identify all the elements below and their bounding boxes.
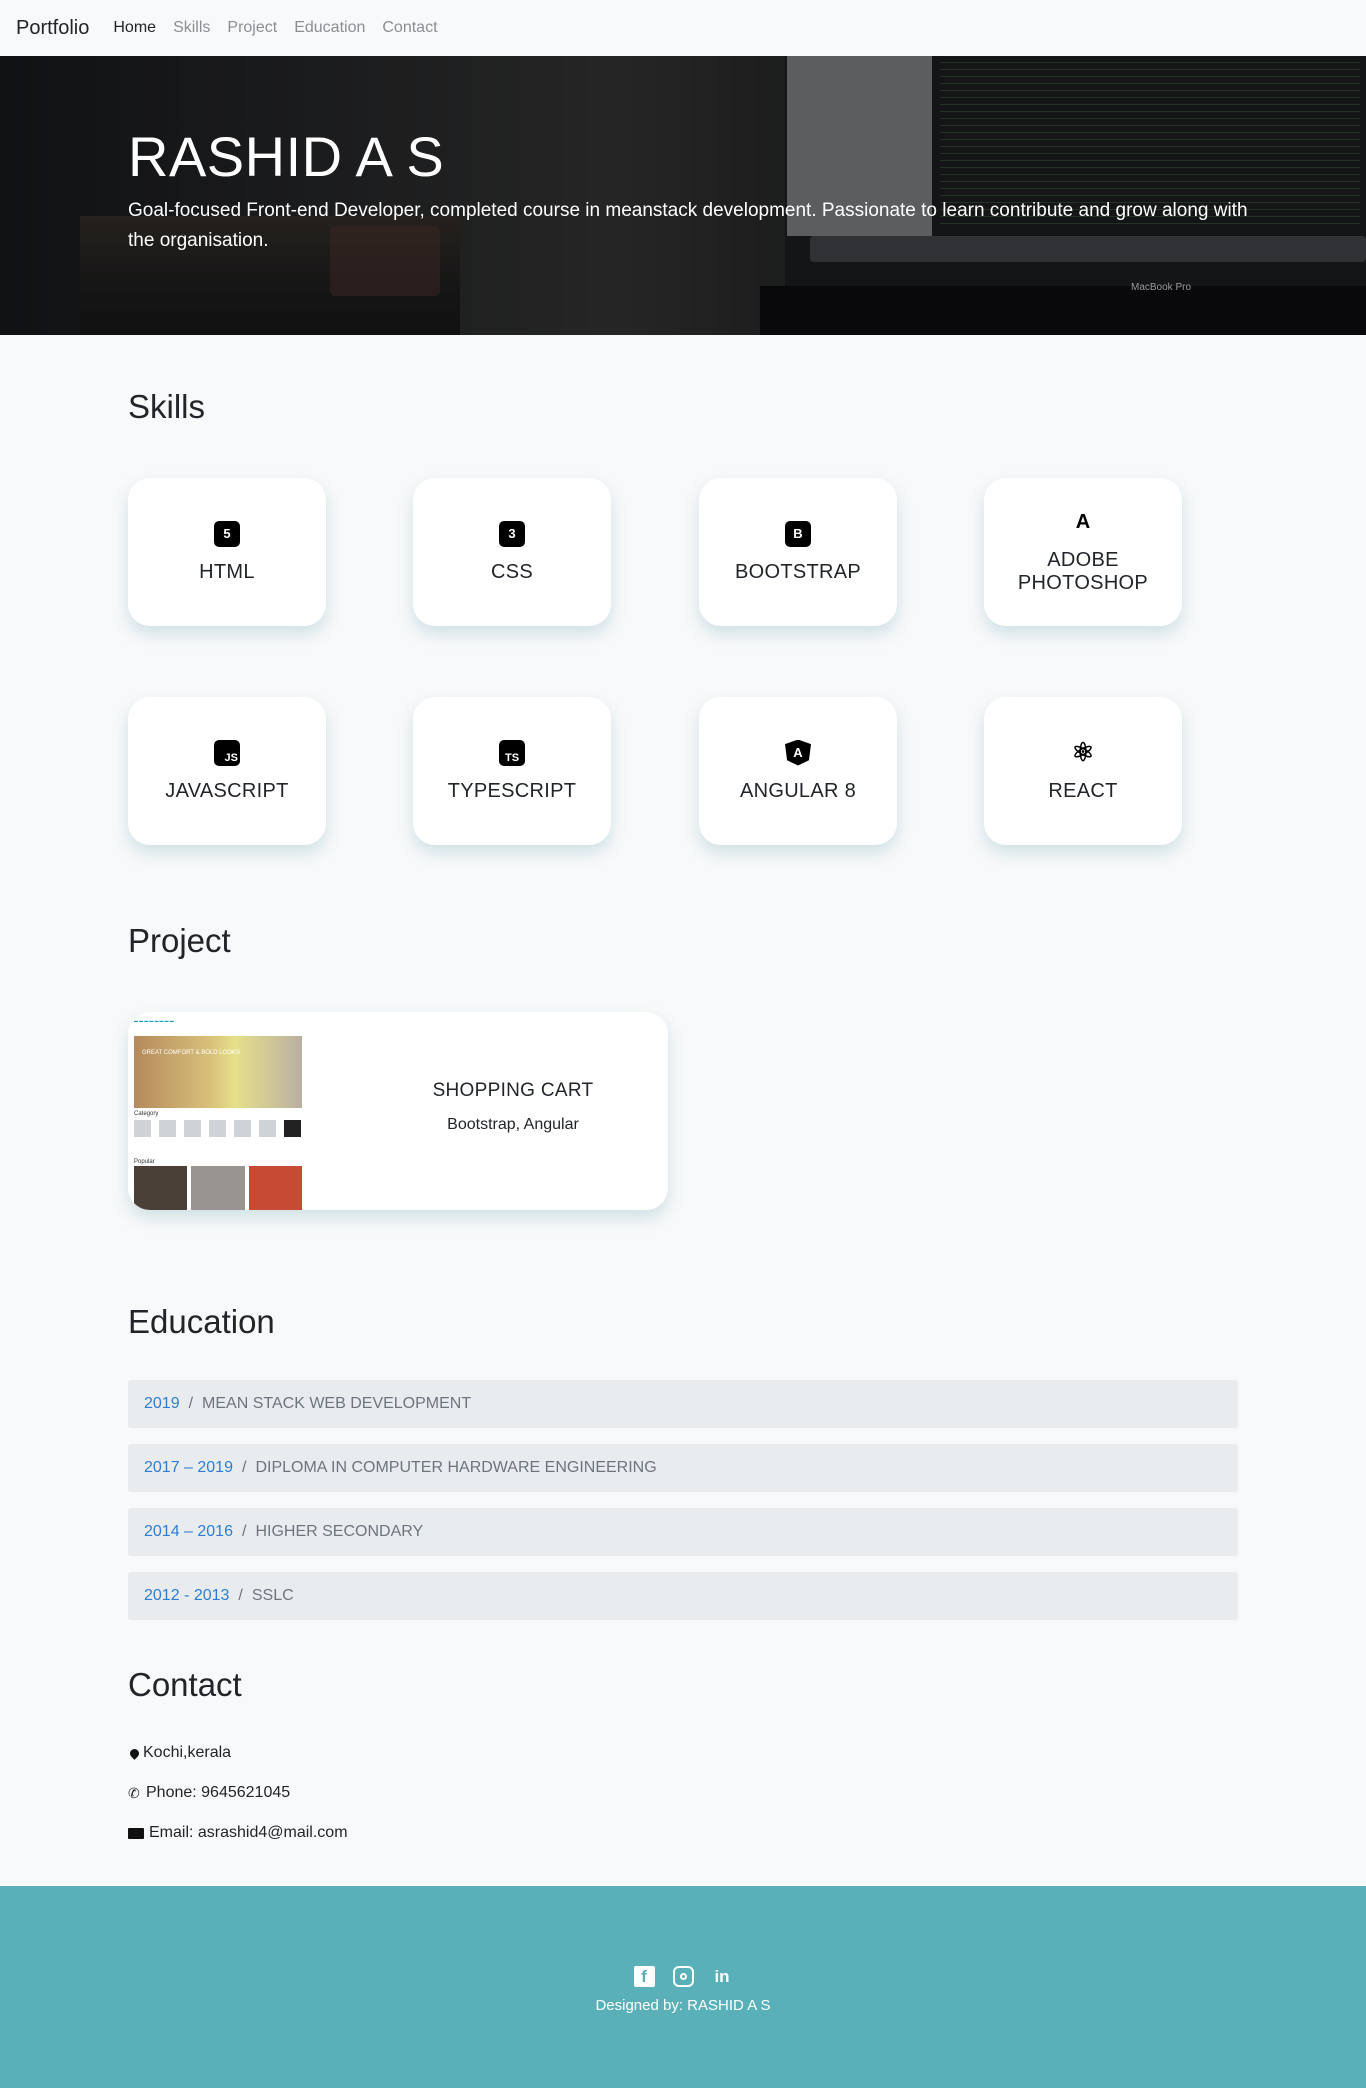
skill-card-javascript: JS JAVASCRIPT [128,697,326,845]
skill-card-react: ⚛ REACT [984,697,1182,845]
javascript-icon: JS [214,739,240,766]
thumbnail-popular-label: Popular [134,1159,155,1165]
nav-link-skills[interactable]: Skills [173,19,210,37]
thumbnail-category-label: Category [134,1111,159,1117]
nav-link-project[interactable]: Project [227,19,277,37]
brand-logo[interactable]: Portfolio [16,17,89,40]
hero-tagline: Goal-focused Front-end Developer, comple… [128,200,1248,251]
education-item: 2017 – 2019 / DIPLOMA IN COMPUTER HARDWA… [128,1444,1238,1492]
linkedin-icon[interactable]: in [712,1966,733,1987]
contact-email: Email: asrashid4@mail.com [128,1824,348,1842]
breadcrumb-separator: / [238,1587,243,1604]
typescript-icon: TS [499,739,525,766]
skill-label: HTML [199,560,255,583]
education-year[interactable]: 2017 – 2019 [144,1459,233,1477]
breadcrumb-separator: / [188,1395,194,1412]
skill-card-css: 3 CSS [413,478,611,626]
thumbnail-category-row [134,1120,302,1138]
education-item: 2014 – 2016 / HIGHER SECONDARY [128,1508,1238,1556]
education-item: 2012 - 2013 / SSLC [128,1572,1238,1620]
skills-heading: Skills [128,388,206,425]
contact-phone: ✆ Phone: 9645621045 [128,1784,290,1802]
social-links: f in [0,1966,1366,1987]
education-item: 2019 / MEAN STACK WEB DEVELOPMENT [128,1380,1238,1428]
project-thumbnail: ▬ ▬ ▬ ▬ ▬ ▬ ▬ ▬ GREAT COMFORT & BOLD LOO… [134,1018,302,1210]
facebook-icon[interactable]: f [633,1966,655,1987]
education-name: DIPLOMA IN COMPUTER HARDWARE ENGINEERING [255,1459,657,1476]
contact-heading: Contact [128,1666,242,1703]
thumbnail-headline: GREAT COMFORT & BOLD LOOKS [142,1050,240,1056]
skill-card-photoshop: A ADOBE PHOTOSHOP [984,478,1182,626]
angular-icon: A [785,739,811,766]
nav-link-education[interactable]: Education [294,19,365,37]
skill-label: CSS [490,560,534,583]
education-heading: Education [128,1303,275,1340]
hero-laptop-label: MacBook Pro [1131,282,1192,293]
breadcrumb-separator: / [241,1459,247,1476]
education-name: HIGHER SECONDARY [255,1523,424,1540]
hero-banner: MacBook Pro RASHID A S Goal-focused Fron… [0,56,1366,335]
skill-label: ADOBE PHOTOSHOP [1017,549,1149,594]
education-year[interactable]: 2012 - 2013 [144,1587,229,1605]
email-text: Email: asrashid4@mail.com [149,1824,348,1841]
skill-label: TYPESCRIPT [447,779,577,802]
education-year[interactable]: 2019 [144,1395,180,1413]
project-name: SHOPPING CART [432,1080,594,1101]
adobe-icon: A [1070,509,1096,535]
location-text: Kochi,kerala [143,1744,232,1761]
html5-icon: 5 [214,520,240,547]
contact-location: Kochi,kerala [128,1744,231,1762]
phone-text: Phone: 9645621045 [146,1784,291,1801]
css3-icon: 3 [499,520,525,547]
skill-label: BOOTSTRAP [734,560,862,583]
skill-label: ANGULAR 8 [739,779,857,802]
project-tech: Bootstrap, Angular [447,1116,579,1133]
breadcrumb-separator: / [241,1523,247,1540]
skill-label: REACT [1048,779,1118,802]
navbar: Portfolio Home Skills Project Education … [0,0,1366,56]
project-heading: Project [128,922,231,959]
react-icon: ⚛ [1070,737,1096,767]
thumbnail-popular-images [134,1166,302,1210]
nav-link-contact[interactable]: Contact [382,19,437,37]
nav-link-home[interactable]: Home [113,19,156,37]
project-card-shopping-cart[interactable]: ▬ ▬ ▬ ▬ ▬ ▬ ▬ ▬ GREAT COMFORT & BOLD LOO… [128,1012,668,1210]
bootstrap-icon: B [785,520,811,547]
thumbnail-nav: ▬ ▬ ▬ ▬ ▬ ▬ ▬ ▬ [134,1018,174,1023]
education-name: SSLC [251,1587,294,1604]
footer: f in Designed by: RASHID A S [0,1886,1366,2088]
phone-icon: ✆ [128,1785,140,1801]
education-year[interactable]: 2014 – 2016 [144,1523,233,1541]
thumbnail-hero-image: GREAT COMFORT & BOLD LOOKS [134,1036,302,1108]
instagram-icon[interactable] [672,1966,694,1987]
skill-label: JAVASCRIPT [165,779,289,802]
hero-title: RASHID A S [128,125,445,188]
envelope-icon [128,1827,144,1839]
footer-credit: Designed by: RASHID A S [595,1997,771,2014]
skill-card-html: 5 HTML [128,478,326,626]
map-marker-icon [128,1747,141,1760]
skill-card-angular: A ANGULAR 8 [699,697,897,845]
skill-card-typescript: TS TYPESCRIPT [413,697,611,845]
education-name: MEAN STACK WEB DEVELOPMENT [202,1395,472,1412]
skill-card-bootstrap: B BOOTSTRAP [699,478,897,626]
